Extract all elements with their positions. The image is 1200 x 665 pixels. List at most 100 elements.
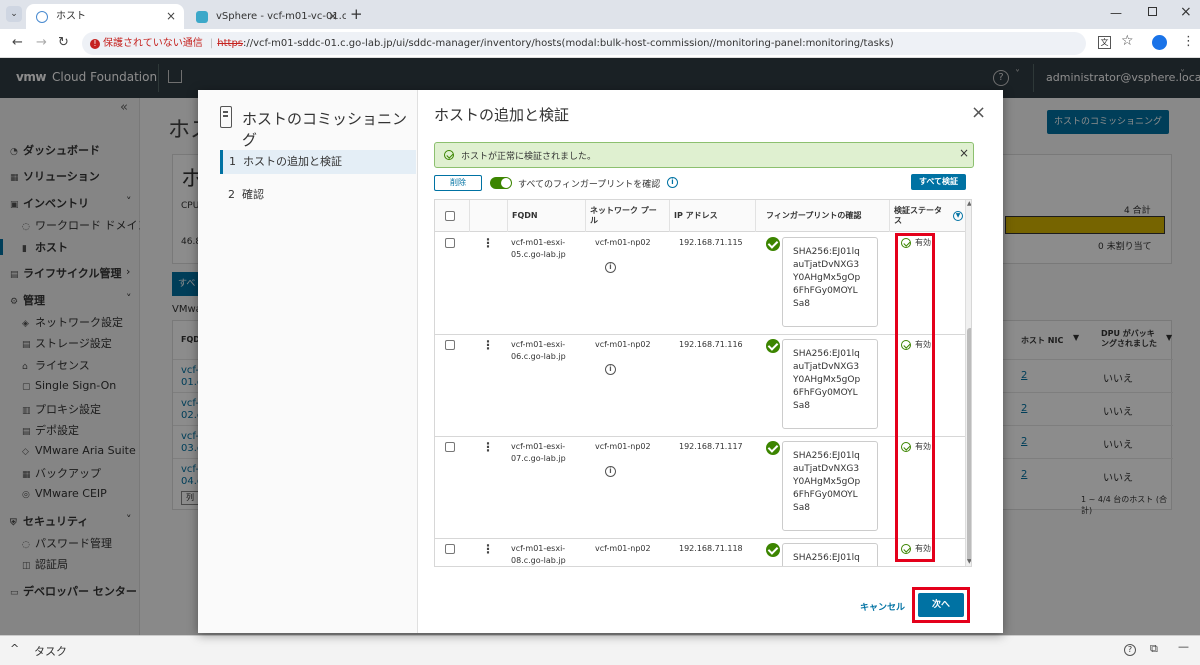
translate-icon[interactable]: 文: [1098, 36, 1111, 49]
fingerprint-line: auTjatDvNXG3: [793, 362, 860, 372]
row-actions-icon[interactable]: ⋮: [482, 441, 494, 453]
column-header-fqdn[interactable]: FQDN: [507, 200, 585, 232]
back-icon[interactable]: ←: [12, 35, 23, 50]
reload-icon[interactable]: ↻: [58, 35, 69, 50]
row-checkbox[interactable]: [445, 544, 455, 554]
browser-tab-title: ホスト: [56, 11, 86, 22]
ip-address: 192.168.71.115: [679, 238, 743, 247]
row-checkbox[interactable]: [445, 340, 455, 350]
ip-address: 192.168.71.118: [679, 544, 743, 553]
minimize-panel-icon[interactable]: —: [1178, 640, 1189, 653]
row-actions-icon[interactable]: ⋮: [482, 237, 494, 249]
fingerprint-box: SHA256:EJ01lq auTjatDvNXG3 Y0AHgMx5gOp 6FhF…: [782, 339, 878, 429]
fingerprint-confirmed-icon[interactable]: [766, 339, 780, 353]
column-header-network-pool[interactable]: ネットワーク プー ル: [585, 200, 669, 232]
row-actions-icon[interactable]: ⋮: [482, 543, 494, 555]
fingerprint-confirmed-icon[interactable]: [766, 237, 780, 251]
row-actions-icon[interactable]: ⋮: [482, 339, 494, 351]
server-icon: [220, 106, 232, 128]
column-header-ip[interactable]: IP アドレス: [669, 200, 755, 232]
ip-address: 192.168.71.117: [679, 442, 743, 451]
select-all-checkbox[interactable]: [445, 211, 455, 221]
host-row: ⋮ vcf-m01-esxi- 08.c.go-lab.jp vcf-m01-np02…: [435, 539, 971, 566]
browser-tab-hosts[interactable]: ホスト ×: [26, 4, 184, 29]
network-pool: vcf-m01-np02: [595, 238, 651, 247]
fingerprint-confirmed-icon[interactable]: [766, 441, 780, 455]
fingerprint-toggle[interactable]: [490, 177, 512, 189]
cancel-button[interactable]: キャンセル: [860, 600, 905, 613]
fingerprint-line: SHA256:EJ01lq: [793, 247, 860, 257]
fingerprint-line: auTjatDvNXG3: [793, 464, 860, 474]
tasks-label[interactable]: タスク: [34, 643, 67, 659]
fingerprint-line: auTjatDvNXG3: [793, 260, 860, 270]
close-window-icon[interactable]: ×: [1180, 4, 1192, 20]
popout-icon[interactable]: ⧉: [1150, 642, 1158, 656]
alert-close-icon[interactable]: ×: [959, 146, 969, 160]
browser-tab-title: vSphere - vcf-m01-vc-01.c.go-l: [216, 11, 346, 22]
next-button-highlight: [912, 587, 970, 623]
info-icon[interactable]: i: [667, 177, 678, 188]
grid-scrollbar[interactable]: ▲ ▼: [965, 200, 971, 566]
info-icon[interactable]: i: [605, 262, 616, 273]
modal-page-title: ホストの追加と検証: [434, 106, 570, 124]
new-tab-icon[interactable]: +: [350, 5, 363, 23]
column-header-fingerprint[interactable]: フィンガープリントの確認: [755, 200, 889, 232]
task-panel: ^ タスク ? ⧉ —: [0, 635, 1200, 665]
url-scheme: https: [217, 38, 244, 49]
security-warning[interactable]: 保護されていない通信: [103, 38, 203, 49]
fingerprint-line: Y0AHgMx5gOp: [793, 477, 861, 487]
fingerprint-line: SHA256:EJ01lq: [793, 553, 860, 563]
browser-tab-vsphere[interactable]: vSphere - vcf-m01-vc-01.c.go-l ×: [186, 4, 346, 29]
fingerprint-line: Y0AHgMx5gOp: [793, 273, 861, 283]
fingerprint-line: Y0AHgMx5gOp: [793, 375, 861, 385]
ip-address: 192.168.71.116: [679, 340, 743, 349]
host-validation-grid: FQDN ネットワーク プー ル IP アドレス フィンガープリントの確認 検証…: [434, 199, 972, 567]
host-row: ⋮ vcf-m01-esxi- 05.c.go-lab.jp vcf-m01-np02…: [435, 233, 971, 335]
alert-message: ホストが正常に検証されました。: [461, 152, 597, 162]
host-fqdn: vcf-m01-esxi- 07.c.go-lab.jp: [511, 442, 566, 463]
fingerprint-line: Sa8: [793, 503, 810, 513]
help-icon[interactable]: ?: [1124, 644, 1136, 656]
expand-icon[interactable]: ^: [10, 642, 19, 655]
status-column-highlight: [895, 233, 935, 562]
modal-close-icon[interactable]: ×: [971, 102, 986, 123]
delete-button[interactable]: 削除: [434, 175, 482, 191]
fingerprint-line: 6FhFGy0MOYL: [793, 490, 858, 500]
filter-icon[interactable]: ▼: [953, 211, 963, 221]
warning-icon: !: [90, 39, 100, 49]
fingerprint-box: SHA256:EJ01lq auTjatDvNXG3 Y0AHgMx5gOp 6FhF…: [782, 237, 878, 327]
host-fqdn: vcf-m01-esxi- 05.c.go-lab.jp: [511, 238, 566, 259]
browser-tab-bar: ⌄ ホスト × vSphere - vcf-m01-vc-01.c.go-l ×…: [0, 0, 1200, 29]
close-icon[interactable]: ×: [166, 4, 176, 29]
fingerprint-line: Sa8: [793, 299, 810, 309]
minimize-icon[interactable]: —: [1110, 6, 1122, 20]
address-bar: ← → ↻ ! 保護されていない通信 | https://vcf-m01-sddc-…: [0, 29, 1200, 58]
network-pool: vcf-m01-np02: [595, 442, 651, 451]
success-check-icon: [444, 150, 454, 160]
fingerprint-line: 6FhFGy0MOYL: [793, 388, 858, 398]
fingerprint-line: SHA256:EJ01lq: [793, 451, 860, 461]
grid-header: FQDN ネットワーク プー ル IP アドレス フィンガープリントの確認 検証…: [435, 200, 971, 232]
tab-search-icon[interactable]: ⌄: [6, 6, 22, 22]
url-field[interactable]: ! 保護されていない通信 | https://vcf-m01-sddc-01.c.g…: [82, 32, 1086, 55]
forward-icon[interactable]: →: [36, 35, 47, 50]
info-icon[interactable]: i: [605, 364, 616, 375]
network-pool: vcf-m01-np02: [595, 544, 651, 553]
wizard-step-review[interactable]: 2 確認: [220, 183, 416, 207]
fingerprint-line: SHA256:EJ01lq: [793, 349, 860, 359]
info-icon[interactable]: i: [605, 466, 616, 477]
fingerprint-confirmed-icon[interactable]: [766, 543, 780, 557]
star-icon[interactable]: ☆: [1121, 33, 1134, 49]
row-checkbox[interactable]: [445, 442, 455, 452]
cloud-icon: [36, 11, 48, 23]
maximize-icon[interactable]: [1148, 7, 1157, 16]
profile-icon[interactable]: [1152, 35, 1167, 50]
row-checkbox[interactable]: [445, 238, 455, 248]
validate-all-button[interactable]: すべて検証: [911, 174, 966, 190]
menu-icon[interactable]: ⋮: [1182, 34, 1195, 49]
close-icon[interactable]: ×: [328, 4, 338, 29]
network-pool: vcf-m01-np02: [595, 340, 651, 349]
wizard-step-add-validate[interactable]: 1 ホストの追加と検証: [220, 150, 416, 174]
wizard-steps-panel: ホストのコミッショニング 1 ホストの追加と検証 2 確認: [198, 90, 418, 633]
commission-hosts-wizard: ホストのコミッショニング 1 ホストの追加と検証 2 確認 ホストの追加と検証 …: [198, 90, 1003, 633]
